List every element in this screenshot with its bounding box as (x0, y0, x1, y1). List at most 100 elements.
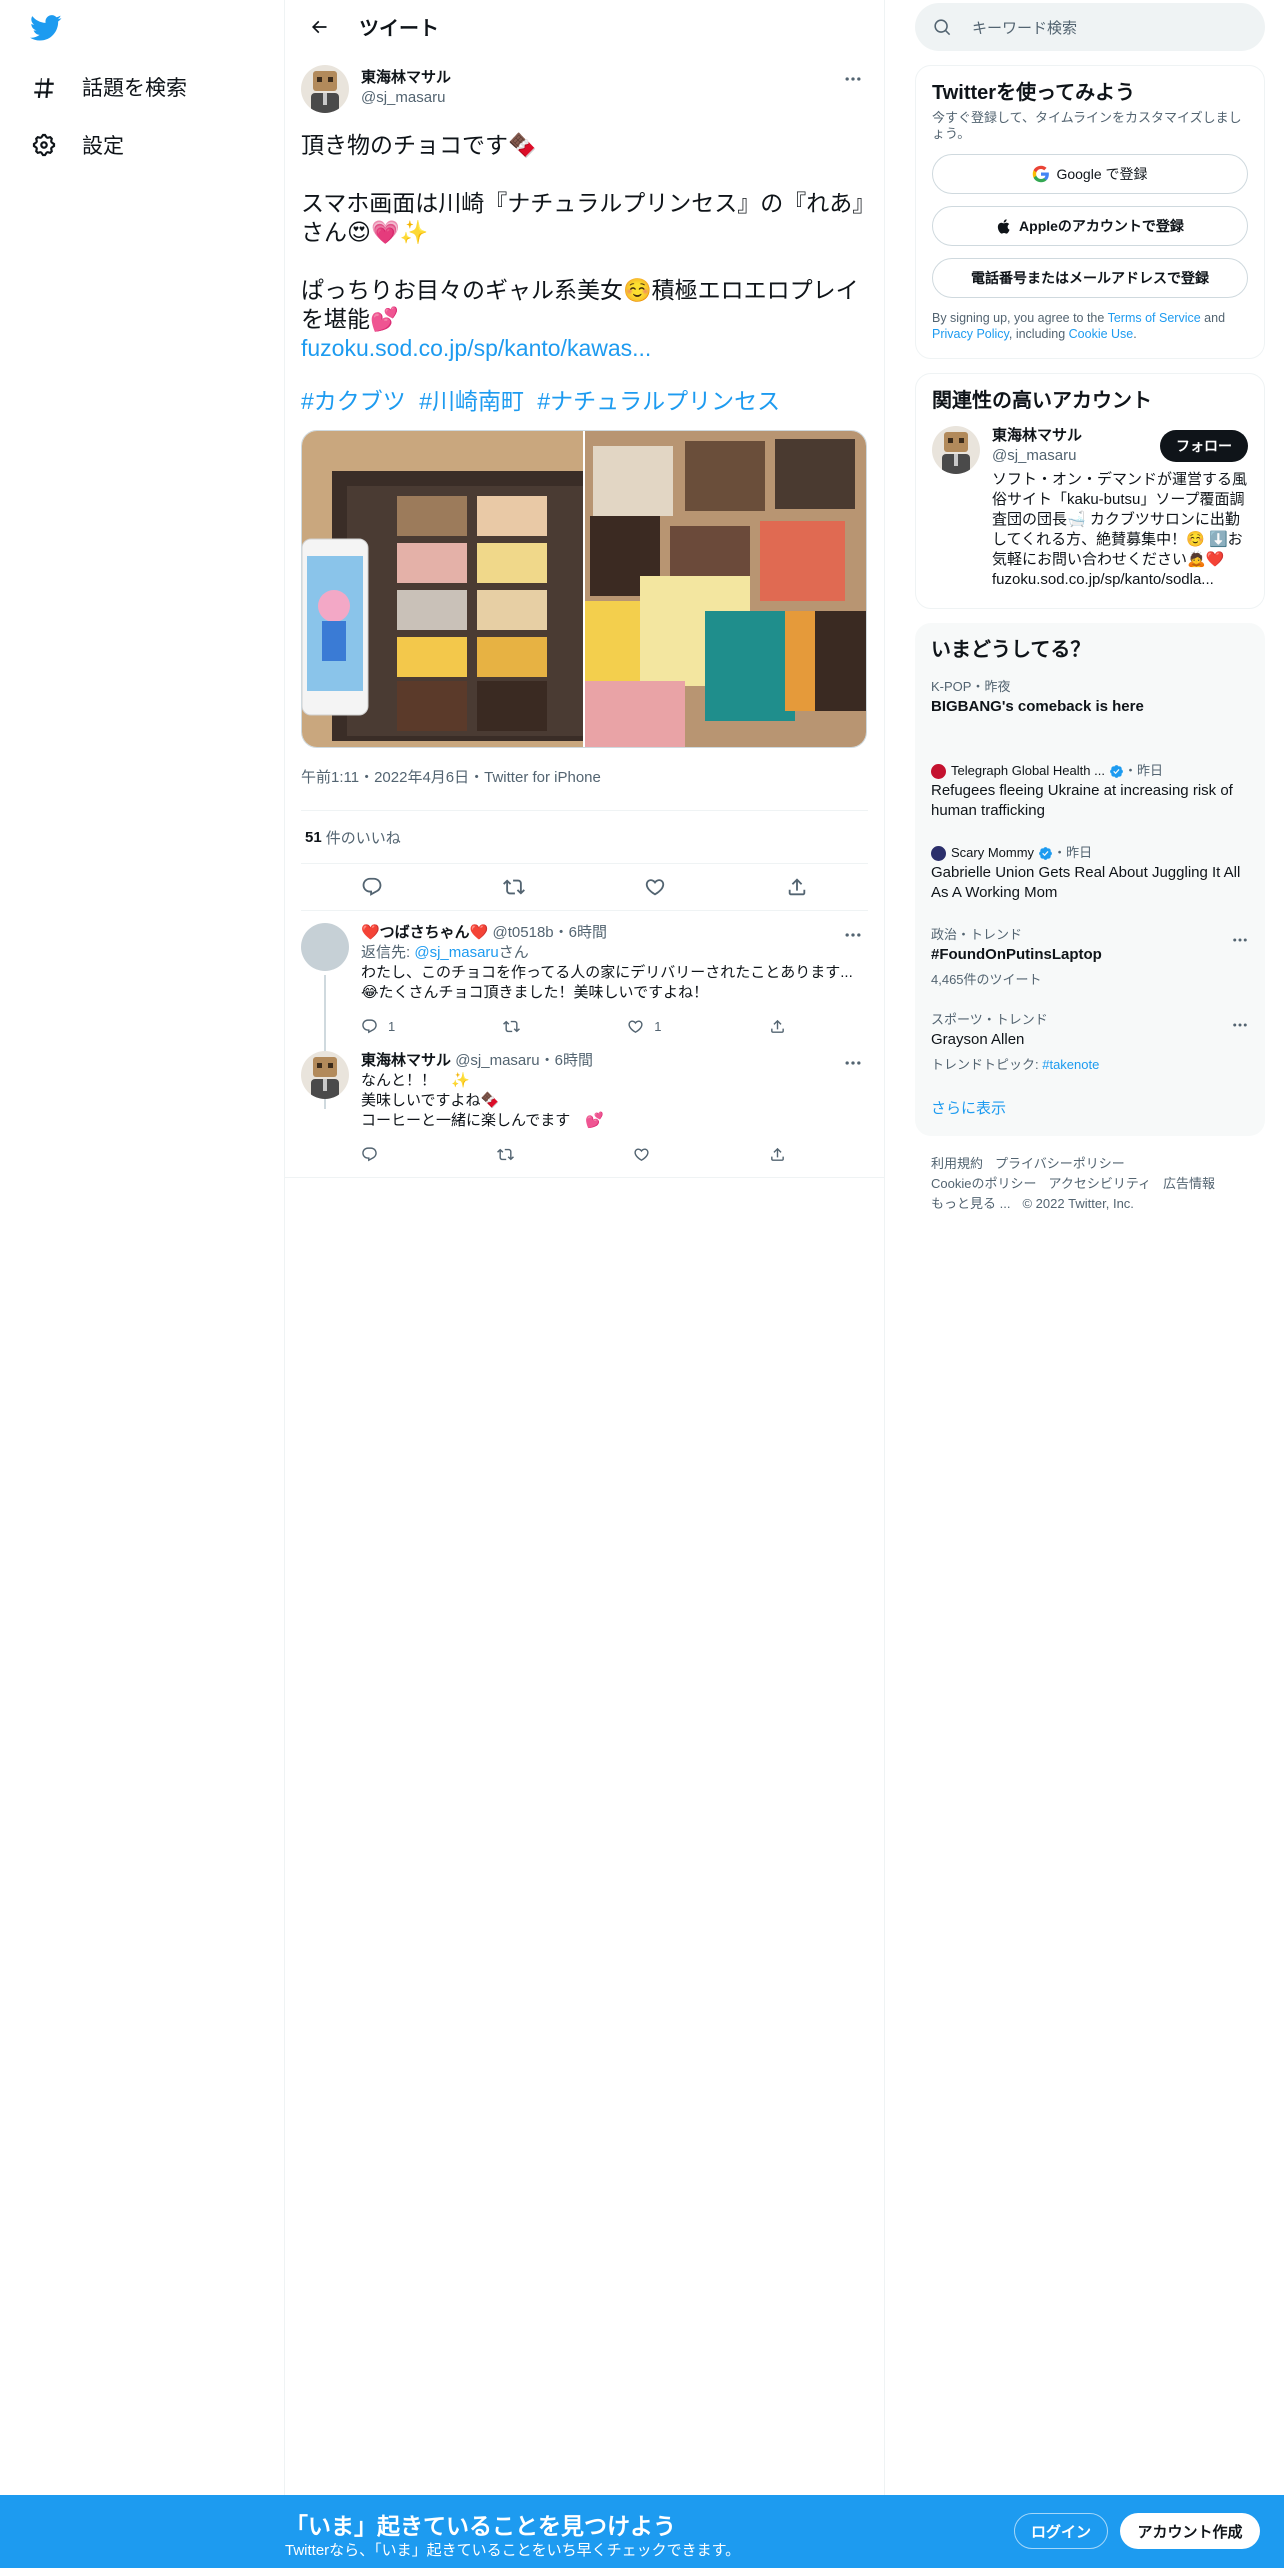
apple-icon (996, 218, 1013, 235)
footer-link[interactable]: もっと見る ... (931, 1196, 1010, 1211)
share-button[interactable] (769, 1018, 786, 1035)
reply-button[interactable]: 1 (361, 1018, 395, 1035)
avatar[interactable] (932, 426, 980, 474)
avatar[interactable] (301, 1051, 349, 1099)
trend-topic-link[interactable]: #takenote (1042, 1057, 1099, 1072)
trend-item[interactable]: Scary Mommy ・昨日 Gabrielle Union Gets Rea… (915, 833, 1265, 915)
trend-count: 4,465件のツイート (931, 972, 1042, 987)
tweet-author-handle[interactable]: @sj_masaru (361, 88, 451, 108)
related-accounts-card: 関連性の高いアカウント 東海林マサル @sj_masaru ソフト・オン・デマン… (915, 373, 1265, 609)
replying-prefix: 返信先: (361, 944, 415, 961)
like-count: 1 (654, 1018, 662, 1034)
google-signup-button[interactable]: Google で登録 (932, 154, 1248, 194)
reply-author-name[interactable]: ❤️つばさちゃん❤️ (361, 924, 488, 941)
tweet-timestamp[interactable]: 午前1:11・2022年4月6日・Twitter for iPhone (301, 766, 868, 786)
tweet-photo-2[interactable] (585, 431, 866, 747)
footer-link[interactable]: 広告情報 (1163, 1176, 1215, 1191)
signup-button[interactable]: アカウント作成 (1120, 2513, 1260, 2549)
footer-link[interactable]: Cookieのポリシー (931, 1176, 1036, 1191)
reply-author-name[interactable]: 東海林マサル (361, 1052, 451, 1069)
phone-email-signup-button[interactable]: 電話番号またはメールアドレスで登録 (932, 258, 1248, 298)
nav-settings[interactable]: 設定 (30, 123, 124, 167)
footer-link[interactable]: アクセシビリティ (1048, 1176, 1151, 1191)
reply-author-handle[interactable]: @sj_masaru (455, 1052, 539, 1069)
likes-summary[interactable]: 51 件のいいね (301, 811, 868, 863)
trend-meta: K-POP・昨夜 (931, 679, 1011, 694)
heart-icon (628, 1019, 643, 1033)
reply-author-handle[interactable]: @t0518b (493, 924, 554, 941)
avatar-icon (932, 426, 980, 474)
avatar[interactable] (301, 65, 349, 113)
tweet-author-name[interactable]: 東海林マサル (361, 68, 451, 88)
trend-item[interactable]: Telegraph Global Health ... ・昨日 Refugees… (915, 751, 1265, 833)
cookie-link[interactable]: Cookie Use (1069, 327, 1134, 341)
signup-subtitle: 今すぐ登録して、タイムラインをカスタマイズしましょう。 (932, 110, 1242, 141)
like-button[interactable] (633, 1146, 650, 1163)
privacy-link[interactable]: Privacy Policy (932, 327, 1009, 341)
replying-to-link[interactable]: @sj_masaru (414, 944, 498, 961)
tweet-actions (301, 863, 868, 911)
trend-meta: Telegraph Global Health ... ・昨日 (931, 763, 1249, 779)
footer-link[interactable]: プライバシーポリシー (995, 1156, 1125, 1171)
follow-button[interactable]: フォロー (1160, 430, 1248, 462)
nav-explore[interactable]: 話題を検索 (30, 65, 187, 109)
trend-meta: Scary Mommy ・昨日 (931, 845, 1249, 861)
verified-badge-icon (1109, 764, 1124, 779)
page-title: ツイート (359, 18, 439, 40)
reply-button[interactable] (354, 869, 390, 905)
legal-text-3: , including (1008, 327, 1069, 341)
apple-signup-button[interactable]: Appleのアカウントで登録 (932, 206, 1248, 246)
share-icon (771, 1147, 784, 1161)
avatar[interactable] (301, 923, 349, 971)
back-button[interactable] (301, 9, 337, 45)
related-account[interactable]: 東海林マサル @sj_masaru ソフト・オン・デマンドが運営する風俗サイト「… (916, 414, 1264, 608)
share-icon (788, 878, 806, 896)
terms-link[interactable]: Terms of Service (1108, 311, 1201, 325)
more-options-button[interactable] (1231, 1016, 1249, 1039)
like-button[interactable]: 1 (627, 1018, 661, 1035)
reply-button[interactable] (361, 1146, 378, 1163)
reply-tweet[interactable]: 東海林マサル @sj_masaru・6時間 なんと！！ ✨ 美味しいですよね🍫 … (285, 1043, 884, 1178)
trend-time: ・昨日 (1053, 845, 1093, 860)
chocolate-bars-photo (585, 431, 866, 747)
more-options-button[interactable] (838, 67, 868, 91)
retweet-icon (497, 1148, 514, 1160)
apple-signup-label: Appleのアカウントで登録 (1019, 218, 1184, 234)
reply-text: わたし、このチョコを作ってる人の家にデリバリーされたことあります... 😂たくさ… (361, 964, 853, 1001)
reply-tweet[interactable]: ❤️つばさちゃん❤️ @t0518b・6時間 返信先: @sj_masaruさん… (285, 911, 884, 1109)
search-input[interactable]: キーワード検索 (915, 3, 1265, 51)
more-options-button[interactable] (838, 1051, 868, 1075)
footer-link[interactable]: 利用規約 (931, 1156, 983, 1171)
retweet-button[interactable] (496, 869, 532, 905)
tweet-photo-1[interactable] (302, 431, 583, 747)
hashtag-link[interactable]: #川崎南町 (419, 388, 524, 414)
trend-item[interactable]: K-POP・昨夜 BIGBANG's comeback is here (915, 667, 1265, 751)
login-button[interactable]: ログイン (1014, 2513, 1108, 2549)
reply-time: ・6時間 (553, 924, 607, 941)
hashtag-link[interactable]: #カクブツ (301, 388, 406, 414)
retweet-button[interactable] (502, 1018, 520, 1035)
like-button[interactable] (637, 869, 673, 905)
share-button[interactable] (779, 869, 815, 905)
tweet-link[interactable]: fuzoku.sod.co.jp/sp/kanto/kawas... (301, 334, 868, 363)
more-options-button[interactable] (1231, 931, 1249, 954)
google-signup-label: Google で登録 (1056, 166, 1148, 182)
trend-name: BIGBANG's comeback is here (931, 698, 1144, 715)
trend-item[interactable]: 政治・トレンド #FoundOnPutinsLaptop 4,465件のツイート (915, 915, 1265, 1000)
trend-source: Scary Mommy (951, 845, 1035, 860)
twitter-logo-icon[interactable] (30, 12, 68, 46)
retweet-icon (502, 1020, 520, 1032)
footer-links: 利用規約 プライバシーポリシー Cookieのポリシー アクセシビリティ 広告情報 も… (915, 1136, 1265, 1232)
trend-meta: スポーツ・トレンド (931, 1012, 1048, 1027)
reply-icon (362, 1018, 377, 1033)
reply-count: 1 (388, 1018, 396, 1034)
related-account-link[interactable]: fuzoku.sod.co.jp/sp/kanto/sodla... (992, 570, 1248, 590)
tweet-hashtags: #カクブツ #川崎南町 #ナチュラルプリンセス (301, 387, 868, 416)
hashtag-link[interactable]: #ナチュラルプリンセス (537, 388, 780, 414)
show-more-link[interactable]: さらに表示 (915, 1085, 1265, 1136)
more-options-button[interactable] (838, 923, 868, 947)
trend-item[interactable]: スポーツ・トレンド Grayson Allen トレンドトピック: #taken… (915, 1000, 1265, 1085)
retweet-button[interactable] (497, 1146, 514, 1163)
share-button[interactable] (769, 1146, 786, 1163)
trend-source: Telegraph Global Health ... (951, 763, 1105, 778)
